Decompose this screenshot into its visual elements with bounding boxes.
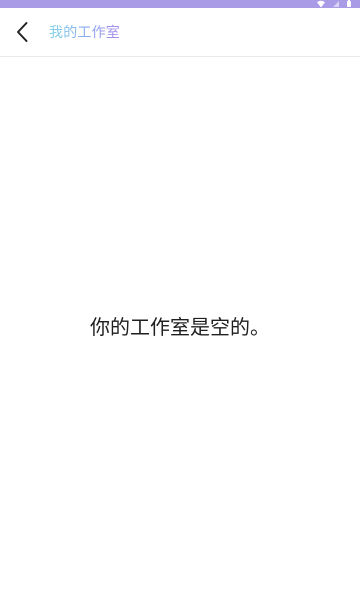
status-icons	[316, 0, 352, 8]
back-button[interactable]	[10, 20, 34, 44]
battery-icon	[346, 0, 352, 8]
wifi-icon	[316, 0, 326, 8]
status-bar	[0, 0, 360, 8]
signal-icon	[332, 0, 340, 8]
top-app-bar: 我的工作室	[0, 8, 360, 57]
page-title: 我的工作室	[49, 25, 120, 41]
main-content: 你的工作室是空的。	[0, 57, 360, 600]
chevron-left-icon	[15, 21, 29, 43]
empty-state-message: 你的工作室是空的。	[90, 315, 270, 339]
